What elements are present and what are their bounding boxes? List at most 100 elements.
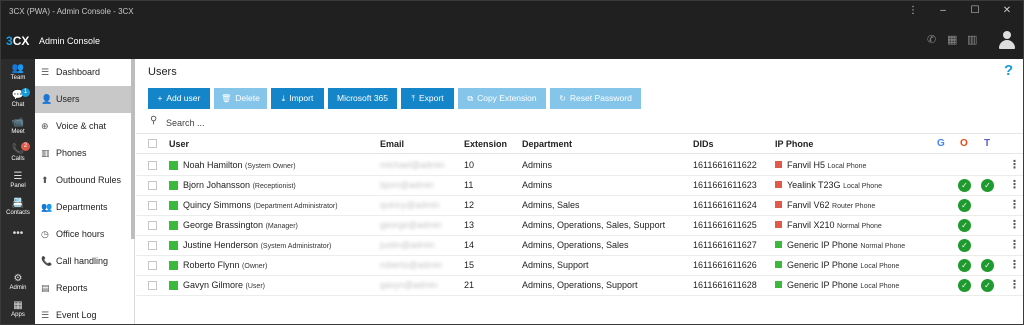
sidebar-item-office-hours[interactable]: ◷ Office hours	[35, 221, 133, 248]
user-cell[interactable]: Quincy Simmons (Department Administrator…	[183, 200, 338, 210]
sidebar-item-phones[interactable]: ▥ Phones	[35, 140, 133, 167]
dialpad-icon[interactable]: ▦	[947, 33, 957, 46]
sidebar-item-reports[interactable]: ▤ Reports	[35, 275, 133, 302]
table-row[interactable]: George Brassington (Manager) george@admin…	[136, 215, 1023, 236]
row-menu-icon[interactable]: ⋮	[1009, 218, 1020, 231]
table-row[interactable]: Noah Hamilton (System Owner) michael@admi…	[136, 155, 1023, 176]
table-row[interactable]: Bjorn Johansson (Receptionist) bjorn@admi…	[136, 175, 1023, 196]
sidebar-item-dashboard[interactable]: ☰ Dashboard	[35, 59, 133, 86]
row-checkbox[interactable]	[148, 261, 157, 270]
close-button[interactable]: ✕	[999, 5, 1015, 16]
rail-item-chat[interactable]: 💬 Chat 1	[1, 88, 35, 116]
sidebar-item-voice-chat[interactable]: ⊕ Voice & chat	[35, 113, 133, 140]
rail-item-admin[interactable]: ⚙ Admin	[1, 271, 35, 299]
rail-label: Chat	[11, 102, 25, 108]
rail-item-apps[interactable]: ▦ Apps	[1, 298, 35, 324]
user-cell[interactable]: Justine Henderson (System Administrator)	[183, 240, 331, 250]
user-extension: 10	[464, 160, 475, 170]
badge: 2	[21, 142, 30, 151]
rail-item-calls[interactable]: 📞 Calls 2	[1, 142, 35, 170]
row-checkbox[interactable]	[148, 201, 157, 210]
row-checkbox[interactable]	[148, 181, 157, 190]
delete-button[interactable]: 🗑 Delete	[214, 88, 267, 109]
row-menu-icon[interactable]: ⋮	[1009, 198, 1020, 211]
ip-phone[interactable]: Generic IP Phone Normal Phone	[787, 240, 905, 250]
header-email[interactable]: Email	[380, 139, 404, 149]
ip-phone[interactable]: Generic IP Phone Local Phone	[787, 280, 899, 290]
user-cell[interactable]: Bjorn Johansson (Receptionist)	[183, 180, 296, 190]
copy-extension-button[interactable]: ⧉ Copy Extension	[458, 88, 546, 109]
row-menu-icon[interactable]: ⋮	[1009, 178, 1020, 191]
search-input[interactable]	[166, 116, 466, 130]
user-cell[interactable]: Roberto Flynn (Owner)	[183, 260, 267, 270]
help-icon[interactable]: ?	[1004, 62, 1013, 79]
header-extension[interactable]: Extension	[464, 139, 507, 149]
row-menu-icon[interactable]: ⋮	[1009, 258, 1020, 271]
ip-phone[interactable]: Yealink T23G Local Phone	[787, 180, 882, 190]
export-button[interactable]: ⤒ Export	[401, 88, 454, 109]
sidebar-item-users[interactable]: 👤 Users	[35, 86, 133, 113]
rail-item-panel[interactable]: ☰ Panel	[1, 169, 35, 197]
maximize-button[interactable]: ☐	[967, 5, 983, 16]
header-dids[interactable]: DIDs	[693, 139, 714, 149]
user-extension: 11	[464, 180, 474, 190]
minimize-button[interactable]: –	[935, 5, 951, 16]
user-department: Admins	[522, 160, 553, 170]
user-role: (User)	[245, 283, 265, 290]
row-menu-icon[interactable]: ⋮	[1009, 278, 1020, 291]
book-icon[interactable]: ▥	[967, 33, 977, 46]
sidebar-item-label: Call handling	[56, 256, 109, 266]
phone-type: Normal Phone	[860, 243, 906, 250]
user-cell[interactable]: George Brassington (Manager)	[183, 220, 298, 230]
import-button[interactable]: ⤓ Import	[271, 88, 324, 109]
rail-item-more[interactable]: •••	[1, 226, 35, 254]
avatar[interactable]	[997, 30, 1017, 50]
reset-password-button[interactable]: ↻ Reset Password	[550, 88, 641, 109]
row-checkbox[interactable]	[148, 221, 157, 230]
more-icon[interactable]: ⋮	[905, 5, 921, 16]
rail-item-meet[interactable]: 📹 Meet	[1, 115, 35, 143]
phone-icon[interactable]: ✆	[927, 33, 936, 46]
table-row[interactable]: Justine Henderson (System Administrator)…	[136, 235, 1023, 256]
table-row[interactable]: Roberto Flynn (Owner) roberto@admin 15 Admi…	[136, 255, 1023, 276]
left-rail: 👥 Team 💬 Chat 1 📹 Meet 📞 Calls 2 ☰ Panel 📇 Contacts ••…	[1, 59, 35, 324]
row-checkbox[interactable]	[148, 161, 157, 170]
ip-phone[interactable]: Fanvil X210 Normal Phone	[787, 220, 882, 230]
header-department[interactable]: Department	[522, 139, 572, 149]
microsoft-365-button[interactable]: Microsoft 365	[328, 88, 397, 109]
app-title: Admin Console	[39, 36, 101, 46]
presence-status	[169, 161, 178, 170]
title-bar: 3CX (PWA) - Admin Console - 3CX ⋮ – ☐ ✕	[1, 1, 1023, 23]
select-all-checkbox[interactable]	[148, 139, 157, 148]
sidebar-item-outbound-rules[interactable]: ⬆ Outbound Rules	[35, 167, 133, 194]
sidebar-item-departments[interactable]: 👥 Departments	[35, 194, 133, 221]
ip-phone[interactable]: Generic IP Phone Local Phone	[787, 260, 899, 270]
sidebar-item-call-handling[interactable]: 📞 Call handling	[35, 248, 133, 275]
header-user[interactable]: User	[169, 139, 189, 149]
row-menu-icon[interactable]: ⋮	[1009, 238, 1020, 251]
user-did: 1611661611627	[693, 240, 757, 250]
sidebar-item-label: Office hours	[56, 229, 105, 239]
table-row[interactable]: Gavyn Gilmore (User) gavyn@admin 21 Admins,…	[136, 275, 1023, 296]
rail-item-contacts[interactable]: 📇 Contacts	[1, 196, 35, 224]
office-check-icon: ✓	[958, 259, 971, 272]
sidebar-item-event-log[interactable]: ☰ Event Log	[35, 302, 133, 324]
ip-phone[interactable]: Fanvil H5 Local Phone	[787, 160, 866, 170]
rail-label: Admin	[9, 285, 27, 291]
row-checkbox[interactable]	[148, 281, 157, 290]
table-row[interactable]: Quincy Simmons (Department Administrator…	[136, 195, 1023, 216]
user-cell[interactable]: Gavyn Gilmore (User)	[183, 280, 265, 290]
rail-item-team[interactable]: 👥 Team	[1, 61, 35, 89]
sidebar-scrollbar[interactable]	[131, 59, 135, 239]
user-role: (Receptionist)	[252, 183, 296, 190]
office-check-icon: ✓	[958, 179, 971, 192]
presence-status	[169, 201, 178, 210]
users-icon: 👤	[41, 94, 53, 104]
header-ip-phone[interactable]: IP Phone	[775, 139, 813, 149]
row-menu-icon[interactable]: ⋮	[1009, 158, 1020, 171]
add-user-button[interactable]: + Add user	[148, 88, 210, 109]
user-cell[interactable]: Noah Hamilton (System Owner)	[183, 160, 296, 170]
ip-phone[interactable]: Fanvil V62 Router Phone	[787, 200, 875, 210]
apps-icon: ▦	[13, 300, 23, 311]
row-checkbox[interactable]	[148, 241, 157, 250]
